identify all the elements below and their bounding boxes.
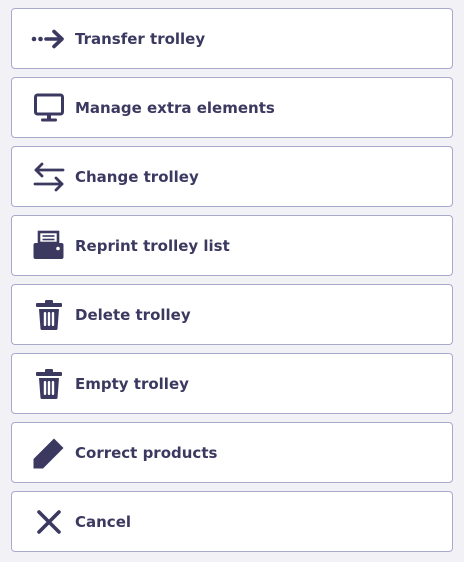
printer-icon <box>31 228 67 264</box>
swap-arrows-icon <box>31 159 67 195</box>
pencil-icon <box>31 435 67 471</box>
transfer-trolley-label: Transfer trolley <box>75 29 206 48</box>
arrow-right-icon <box>31 21 67 57</box>
manage-extra-elements-label: Manage extra elements <box>75 98 275 117</box>
empty-trolley-button[interactable]: Empty trolley <box>11 353 453 414</box>
monitor-icon <box>31 90 67 126</box>
cancel-button[interactable]: Cancel <box>11 491 453 552</box>
correct-products-button[interactable]: Correct products <box>11 422 453 483</box>
trash-icon <box>31 366 67 402</box>
empty-trolley-label: Empty trolley <box>75 374 189 393</box>
delete-trolley-label: Delete trolley <box>75 305 191 324</box>
action-menu: Transfer trolley Manage extra elements C… <box>0 0 464 562</box>
close-icon <box>31 504 67 540</box>
transfer-trolley-button[interactable]: Transfer trolley <box>11 8 453 69</box>
reprint-trolley-list-button[interactable]: Reprint trolley list <box>11 215 453 276</box>
change-trolley-button[interactable]: Change trolley <box>11 146 453 207</box>
delete-trolley-button[interactable]: Delete trolley <box>11 284 453 345</box>
change-trolley-label: Change trolley <box>75 167 199 186</box>
trash-icon <box>31 297 67 333</box>
cancel-label: Cancel <box>75 512 132 531</box>
correct-products-label: Correct products <box>75 443 218 462</box>
reprint-trolley-list-label: Reprint trolley list <box>75 236 230 255</box>
manage-extra-elements-button[interactable]: Manage extra elements <box>11 77 453 138</box>
